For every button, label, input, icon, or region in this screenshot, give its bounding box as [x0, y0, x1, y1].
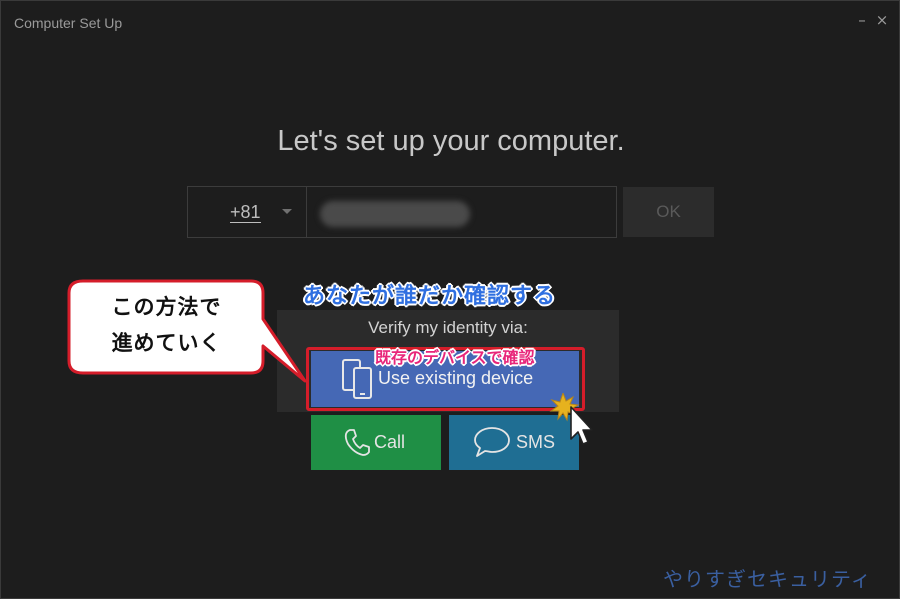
mobile-devices-icon	[342, 359, 372, 399]
page-title: Let's set up your computer.	[277, 125, 625, 157]
minimize-icon[interactable]: –	[855, 11, 869, 29]
country-code-value: +81	[230, 202, 261, 223]
setup-window: Computer Set Up – × Let's set up your co…	[0, 0, 900, 599]
window-title: Computer Set Up	[14, 15, 123, 31]
phone-number-input[interactable]	[308, 187, 616, 237]
redacted-number-blur	[320, 201, 470, 227]
use-existing-device-label: Use existing device	[378, 368, 534, 388]
country-code-select[interactable]: +81	[188, 187, 307, 237]
call-label: Call	[374, 432, 406, 452]
call-button[interactable]: Call	[311, 415, 441, 470]
mouse-cursor-icon	[549, 393, 593, 445]
chevron-down-icon	[282, 209, 292, 214]
title-bar: Computer Set Up – ×	[1, 1, 899, 47]
watermark: やりすぎセキュリティ	[663, 567, 872, 591]
ok-button[interactable]: OK	[623, 187, 714, 237]
callout-line-1: この方法で	[111, 295, 222, 319]
phone-number-row: +81	[187, 186, 617, 238]
phone-icon	[344, 429, 370, 456]
annotation-headline: あなたが誰だか確認する	[303, 284, 557, 309]
verify-label: Verify my identity via:	[368, 318, 528, 337]
callout-line-2: 進めていく	[111, 331, 222, 355]
close-icon[interactable]: ×	[875, 11, 889, 29]
chat-bubble-icon	[474, 427, 510, 457]
annotation-device-note: 既存のデバイスで確認	[375, 348, 535, 367]
